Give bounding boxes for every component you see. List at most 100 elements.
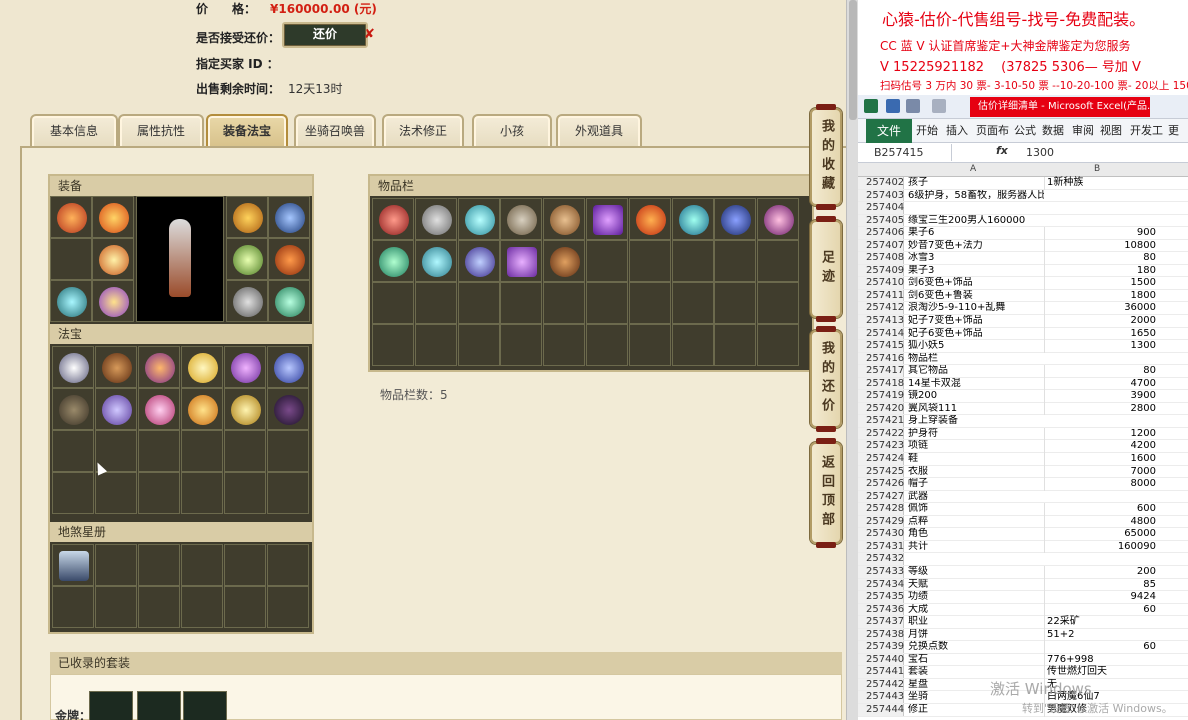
equip-slot[interactable] <box>268 280 310 322</box>
inventory-slot[interactable] <box>628 198 671 240</box>
inventory-slot[interactable] <box>585 324 628 366</box>
my-favorites-button[interactable]: 我的收藏 <box>810 104 842 210</box>
set-icon[interactable] <box>183 691 227 720</box>
tab-data[interactable]: 数据 <box>1042 119 1064 143</box>
tab-developer[interactable]: 开发工 <box>1130 119 1163 143</box>
undo-icon[interactable] <box>906 99 920 113</box>
tab-mounts-pets[interactable]: 坐骑召唤兽 <box>294 114 376 148</box>
equip-slot[interactable] <box>226 280 268 322</box>
cell-a[interactable]: 镜200 <box>908 390 1044 403</box>
inventory-slot[interactable] <box>457 198 500 240</box>
set-icon[interactable] <box>89 691 133 720</box>
magic-slot[interactable] <box>224 346 266 388</box>
tab-child[interactable]: 小孩 <box>472 114 552 148</box>
row-number[interactable]: 257441 <box>858 666 904 678</box>
cell-b[interactable]: 1600 <box>1044 453 1158 466</box>
row-number[interactable]: 257407 <box>858 239 904 252</box>
star-slot[interactable] <box>181 544 223 586</box>
cell-b[interactable]: 4200 <box>1044 440 1158 454</box>
equip-slot[interactable] <box>50 196 92 238</box>
row-number[interactable]: 257417 <box>858 365 904 377</box>
inventory-slot[interactable] <box>714 324 757 366</box>
inventory-slot[interactable] <box>500 240 543 282</box>
inventory-slot[interactable] <box>757 198 800 240</box>
row-number[interactable]: 257430 <box>858 528 904 540</box>
tab-review[interactable]: 审阅 <box>1072 119 1094 143</box>
cell-b[interactable]: 180 <box>1044 264 1158 278</box>
equip-slot[interactable] <box>92 238 134 280</box>
row-number[interactable]: 257424 <box>858 453 904 465</box>
row-number[interactable]: 257405 <box>858 214 904 227</box>
my-counter-offers-button[interactable]: 我的还价 <box>810 326 842 432</box>
inventory-slot[interactable] <box>671 282 714 324</box>
counter-offer-button[interactable]: 还价 <box>282 22 368 48</box>
magic-slot[interactable] <box>181 472 223 514</box>
inventory-slot[interactable] <box>585 240 628 282</box>
cell-a[interactable]: 翼风袋111 <box>908 403 1044 416</box>
star-slot[interactable] <box>267 544 309 586</box>
star-slot[interactable] <box>138 544 180 586</box>
cell-b[interactable]: 4800 <box>1044 515 1158 529</box>
cell-a[interactable]: 冰雪3 <box>908 252 1044 265</box>
row-number[interactable]: 257415 <box>858 340 904 352</box>
magic-slot[interactable] <box>95 472 137 514</box>
cell-b[interactable]: 7000 <box>1044 465 1158 479</box>
cell-b[interactable]: 3900 <box>1044 390 1158 403</box>
name-box[interactable]: B257415 <box>868 144 952 161</box>
equip-slot[interactable] <box>226 238 268 280</box>
row-number[interactable]: 257423 <box>858 440 904 453</box>
cell-a[interactable]: 点粹 <box>908 516 1044 529</box>
cell-b[interactable]: 36000 <box>1044 302 1158 316</box>
magic-slot[interactable] <box>138 472 180 514</box>
cell-a[interactable]: 妃子7变色+饰品 <box>908 315 1044 328</box>
cell-a[interactable]: 护身符 <box>908 428 1044 441</box>
cell-a[interactable]: 孩子 <box>908 177 1044 190</box>
cell-b[interactable]: 9424 <box>1044 591 1158 604</box>
row-number[interactable]: 257426 <box>858 478 904 490</box>
cell-a[interactable]: 其它物品 <box>908 365 1044 378</box>
scrollbar-thumb[interactable] <box>849 0 857 120</box>
tab-page-layout[interactable]: 页面布 <box>976 119 1009 143</box>
magic-slot[interactable] <box>52 346 94 388</box>
cell-a[interactable]: 果子3 <box>908 265 1044 278</box>
inventory-slot[interactable] <box>628 282 671 324</box>
cell-b[interactable]: 60 <box>1044 641 1158 654</box>
inventory-slot[interactable] <box>457 240 500 282</box>
inventory-slot[interactable] <box>414 324 457 366</box>
cell-b[interactable]: 传世燃灯回天 <box>1044 666 1158 679</box>
cell-b[interactable]: 1800 <box>1044 289 1158 303</box>
inventory-slot[interactable] <box>372 198 414 240</box>
magic-slot[interactable] <box>267 388 309 430</box>
row-number[interactable]: 257420 <box>858 402 904 415</box>
tab-spell-correction[interactable]: 法术修正 <box>382 114 464 148</box>
back-to-top-button[interactable]: 返回顶部 <box>810 438 842 548</box>
inventory-slot[interactable] <box>543 324 586 366</box>
inventory-slot[interactable] <box>671 240 714 282</box>
cell-a[interactable]: 鞋 <box>908 453 1044 466</box>
cell-b[interactable]: 1500 <box>1044 277 1158 290</box>
magic-slot[interactable] <box>181 346 223 388</box>
row-number[interactable]: 257409 <box>858 264 904 277</box>
star-slot[interactable] <box>52 586 94 628</box>
inventory-slot[interactable] <box>671 198 714 240</box>
cell-a[interactable]: 缘宝三生200男人160000 <box>908 215 1044 228</box>
cell-b[interactable]: 200 <box>1044 565 1158 579</box>
inventory-slot[interactable] <box>500 198 543 240</box>
magic-slot[interactable] <box>181 388 223 430</box>
column-header-a[interactable]: A <box>970 164 976 174</box>
row-number[interactable]: 257427 <box>858 490 904 503</box>
magic-slot[interactable] <box>224 388 266 430</box>
star-slot[interactable] <box>138 586 180 628</box>
row-number[interactable]: 257402 <box>858 177 904 189</box>
cell-a[interactable]: 果子6 <box>908 227 1044 240</box>
row-number[interactable]: 257437 <box>858 616 904 628</box>
magic-slot[interactable] <box>95 388 137 430</box>
row-number[interactable]: 257421 <box>858 415 904 427</box>
cell-b[interactable]: 10800 <box>1044 239 1158 253</box>
cell-a[interactable]: 身上穿装备 <box>908 415 1044 428</box>
cell-b[interactable]: 776+998 <box>1044 653 1158 667</box>
column-header-b[interactable]: B <box>1094 164 1100 174</box>
cell-a[interactable]: 物品栏 <box>908 353 1044 366</box>
cell-b[interactable]: 900 <box>1044 227 1158 240</box>
magic-slot[interactable] <box>138 346 180 388</box>
